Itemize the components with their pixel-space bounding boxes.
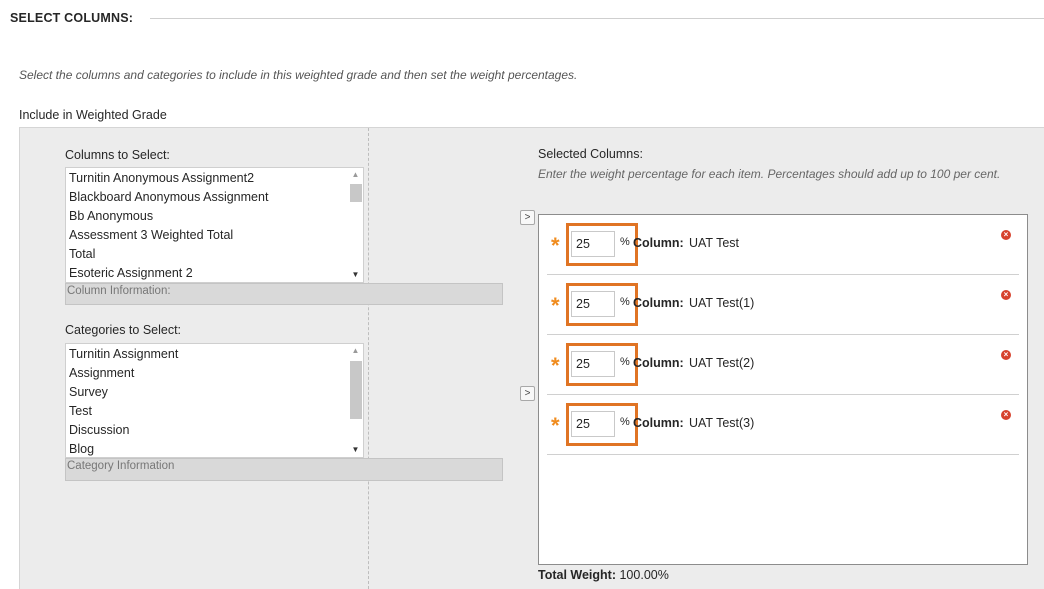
percent-sign: % bbox=[620, 356, 630, 368]
weight-input[interactable] bbox=[571, 291, 615, 317]
category-information: Category Information bbox=[65, 458, 503, 481]
categories-to-select-label: Categories to Select: bbox=[65, 323, 182, 337]
remove-icon[interactable]: × bbox=[1001, 230, 1011, 240]
arrow-right-icon: > bbox=[524, 388, 531, 399]
required-icon: * bbox=[551, 413, 560, 438]
required-icon: * bbox=[551, 353, 560, 378]
columns-to-select-label: Columns to Select: bbox=[65, 148, 170, 162]
scroll-thumb[interactable] bbox=[350, 361, 362, 419]
required-icon: * bbox=[551, 233, 560, 258]
section-rule bbox=[150, 18, 1044, 19]
remove-icon[interactable]: × bbox=[1001, 350, 1011, 360]
column-name: UAT Test(1) bbox=[689, 296, 755, 310]
total-weight-value: 100.00% bbox=[619, 568, 669, 582]
list-item[interactable]: Bb Anonymous bbox=[66, 207, 363, 226]
weight-input[interactable] bbox=[571, 231, 615, 257]
column-name: UAT Test bbox=[689, 236, 740, 250]
list-item[interactable]: Total bbox=[66, 245, 363, 264]
column-label: Column: bbox=[633, 356, 684, 370]
list-item[interactable]: Blackboard Anonymous Assignment bbox=[66, 188, 363, 207]
selected-columns-help: Enter the weight percentage for each ite… bbox=[538, 167, 1001, 181]
list-item[interactable]: Blog bbox=[66, 440, 363, 457]
total-weight: Total Weight: 100.00% bbox=[538, 568, 669, 582]
weight-input[interactable] bbox=[571, 411, 615, 437]
move-column-button[interactable]: > bbox=[520, 210, 535, 225]
weighted-grade-panel: Columns to Select: Turnitin Anonymous As… bbox=[19, 127, 1044, 589]
percent-sign: % bbox=[620, 236, 630, 248]
weight-input[interactable] bbox=[571, 351, 615, 377]
column-label: Column: bbox=[633, 236, 684, 250]
selected-column-row: * % Column: UAT Test(1) × bbox=[547, 275, 1019, 335]
selected-columns-list: * % Column: UAT Test × * % Column: UAT T… bbox=[538, 214, 1028, 565]
list-item[interactable]: Turnitin Assignment bbox=[66, 345, 363, 364]
total-weight-label: Total Weight: bbox=[538, 568, 616, 582]
section-title: SELECT COLUMNS: bbox=[10, 11, 134, 25]
scroll-up-icon[interactable]: ▲ bbox=[348, 168, 363, 182]
categories-scrollbar[interactable]: ▲ ▼ bbox=[348, 344, 363, 457]
columns-scrollbar[interactable]: ▲ ▼ bbox=[348, 168, 363, 282]
column-label: Column: bbox=[633, 416, 684, 430]
remove-icon[interactable]: × bbox=[1001, 290, 1011, 300]
section-header: SELECT COLUMNS: bbox=[0, 0, 1044, 36]
percent-sign: % bbox=[620, 416, 630, 428]
column-information: Column Information: bbox=[65, 283, 503, 305]
move-category-button[interactable]: > bbox=[520, 386, 535, 401]
column-label: Column: bbox=[633, 296, 684, 310]
scroll-thumb[interactable] bbox=[350, 184, 362, 202]
required-icon: * bbox=[551, 293, 560, 318]
scroll-down-icon[interactable]: ▼ bbox=[348, 443, 363, 457]
include-label: Include in Weighted Grade bbox=[19, 108, 167, 122]
column-name: UAT Test(2) bbox=[689, 356, 755, 370]
list-item[interactable]: Assessment 3 Weighted Total bbox=[66, 226, 363, 245]
percent-sign: % bbox=[620, 296, 630, 308]
list-item[interactable]: Discussion bbox=[66, 421, 363, 440]
instructions: Select the columns and categories to inc… bbox=[19, 68, 578, 82]
list-item[interactable]: Turnitin Anonymous Assignment2 bbox=[66, 169, 363, 188]
list-item[interactable]: Test bbox=[66, 402, 363, 421]
scroll-up-icon[interactable]: ▲ bbox=[348, 344, 363, 358]
column-name: UAT Test(3) bbox=[689, 416, 755, 430]
categories-listbox[interactable]: Turnitin Assignment Assignment Survey Te… bbox=[65, 343, 364, 458]
list-item[interactable]: Assignment bbox=[66, 364, 363, 383]
columns-listbox[interactable]: Turnitin Anonymous Assignment2 Blackboar… bbox=[65, 167, 364, 283]
selected-column-row: * % Column: UAT Test(3) × bbox=[547, 395, 1019, 455]
list-item[interactable]: Survey bbox=[66, 383, 363, 402]
panel-divider bbox=[368, 128, 369, 589]
remove-icon[interactable]: × bbox=[1001, 410, 1011, 420]
selected-column-row: * % Column: UAT Test(2) × bbox=[547, 335, 1019, 395]
scroll-down-icon[interactable]: ▼ bbox=[348, 268, 363, 282]
list-item[interactable]: Esoteric Assignment 2 bbox=[66, 264, 363, 282]
selected-columns-label: Selected Columns: bbox=[538, 147, 643, 161]
selected-column-row: * % Column: UAT Test × bbox=[547, 215, 1019, 275]
arrow-right-icon: > bbox=[524, 212, 531, 223]
